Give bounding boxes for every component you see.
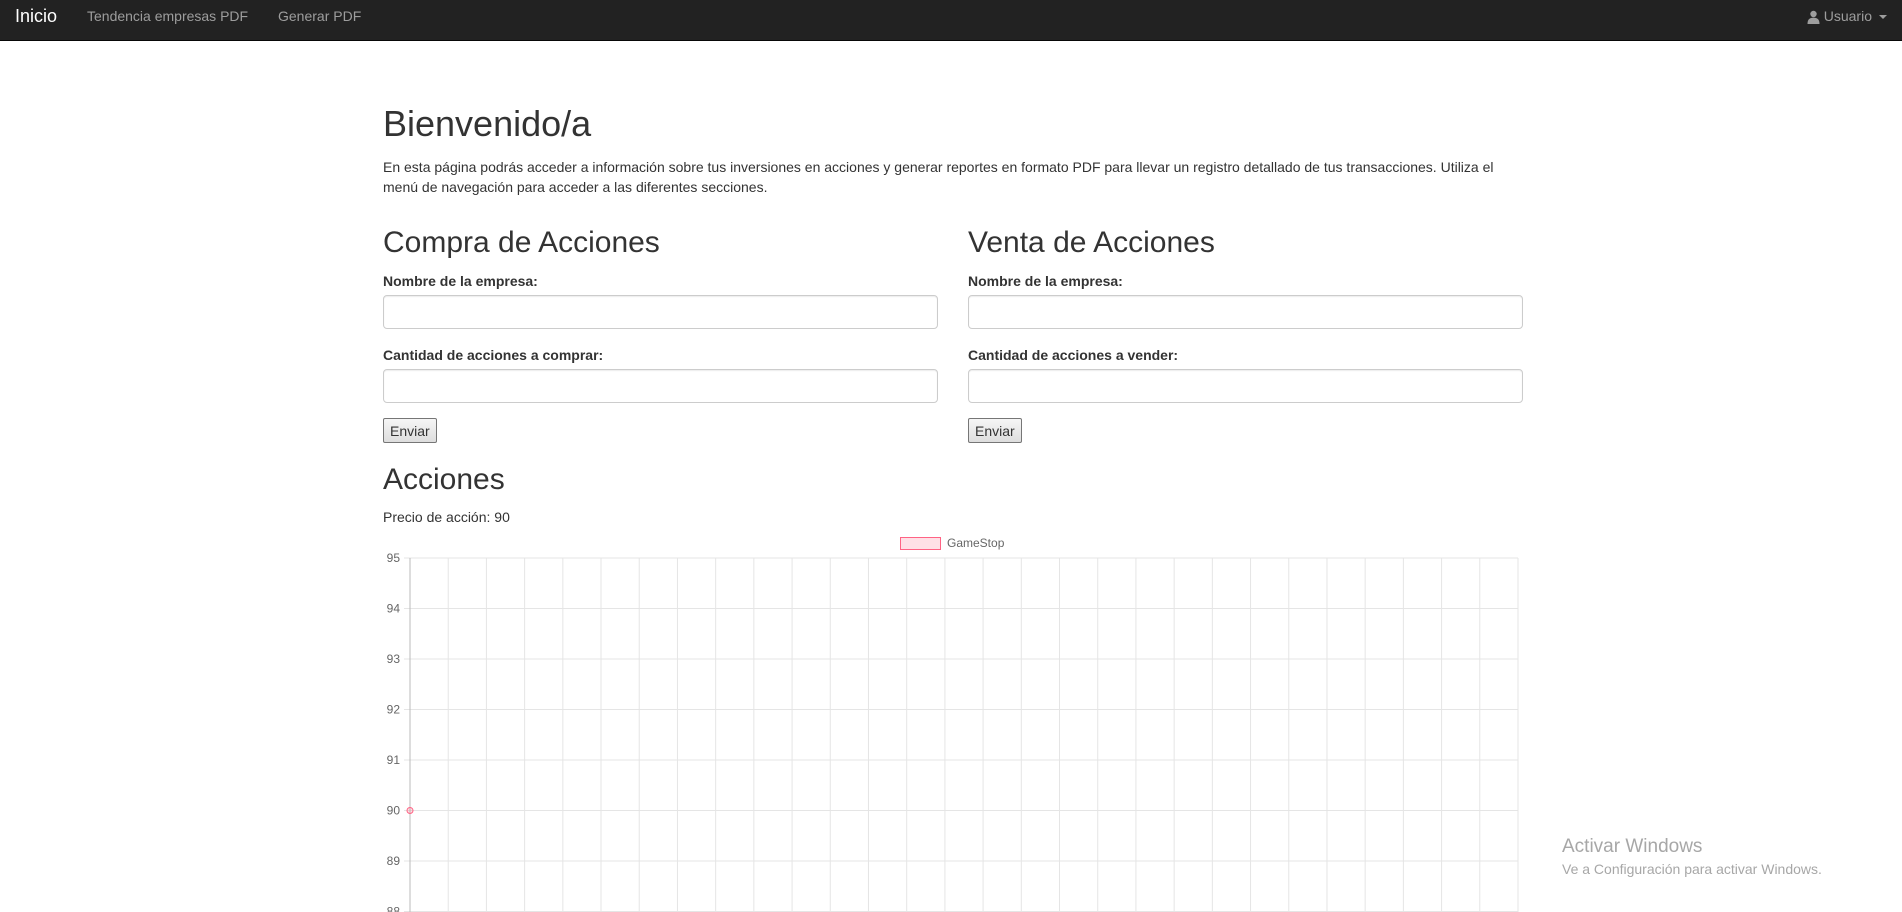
- sell-submit-button[interactable]: Enviar: [968, 418, 1022, 443]
- watermark-subtitle: Ve a Configuración para activar Windows.: [1562, 861, 1822, 877]
- y-tick-label: 91: [387, 753, 401, 767]
- buy-form: Compra de Acciones Nombre de la empresa:…: [383, 225, 938, 443]
- y-tick-label: 95: [387, 551, 401, 565]
- buy-company-input[interactable]: [383, 295, 938, 329]
- buy-qty-label: Cantidad de acciones a comprar:: [383, 347, 604, 363]
- buy-submit-button[interactable]: Enviar: [383, 418, 437, 443]
- user-menu-label: Usuario: [1823, 8, 1872, 24]
- acciones-title: Acciones: [383, 463, 505, 496]
- navbar: Inicio Tendencia empresas PDF Generar PD…: [0, 0, 1902, 41]
- y-tick-label: 89: [387, 854, 401, 868]
- chevron-down-icon: [1879, 15, 1887, 19]
- y-tick-label: 93: [387, 652, 401, 666]
- buy-company-label: Nombre de la empresa:: [383, 273, 538, 289]
- nav-link-generar-pdf[interactable]: Generar PDF: [278, 6, 361, 26]
- user-menu[interactable]: Usuario: [1807, 6, 1887, 26]
- page-title: Bienvenido/a: [383, 103, 592, 144]
- sell-form: Venta de Acciones Nombre de la empresa: …: [968, 225, 1523, 443]
- legend-swatch: [900, 537, 941, 550]
- windows-activation-watermark: Activar Windows Ve a Configuración para …: [1562, 835, 1822, 879]
- intro-text: En esta página podrás acceder a informac…: [383, 159, 1494, 195]
- y-tick-label: 92: [387, 703, 401, 717]
- buy-qty-input[interactable]: [383, 369, 938, 403]
- nav-brand-inicio[interactable]: Inicio: [15, 6, 57, 26]
- sell-company-label: Nombre de la empresa:: [968, 273, 1123, 289]
- y-tick-label: 88: [387, 905, 401, 912]
- sell-qty-input[interactable]: [968, 369, 1523, 403]
- user-icon: [1807, 9, 1820, 24]
- y-tick-label: 94: [387, 602, 401, 616]
- sell-form-title: Venta de Acciones: [968, 226, 1215, 259]
- watermark-title: Activar Windows: [1562, 836, 1703, 857]
- sell-company-input[interactable]: [968, 295, 1523, 329]
- nav-link-tendencia-pdf[interactable]: Tendencia empresas PDF: [87, 6, 248, 26]
- buy-form-title: Compra de Acciones: [383, 226, 660, 259]
- legend-label: GameStop: [947, 536, 1005, 550]
- sell-qty-label: Cantidad de acciones a vender:: [968, 347, 1179, 363]
- y-tick-label: 90: [387, 804, 401, 818]
- price-text: Precio de acción: 90: [383, 509, 510, 525]
- price-chart: GameStop 95 94 93 92 91 90 89 88: [387, 536, 1519, 912]
- data-point: [406, 807, 414, 814]
